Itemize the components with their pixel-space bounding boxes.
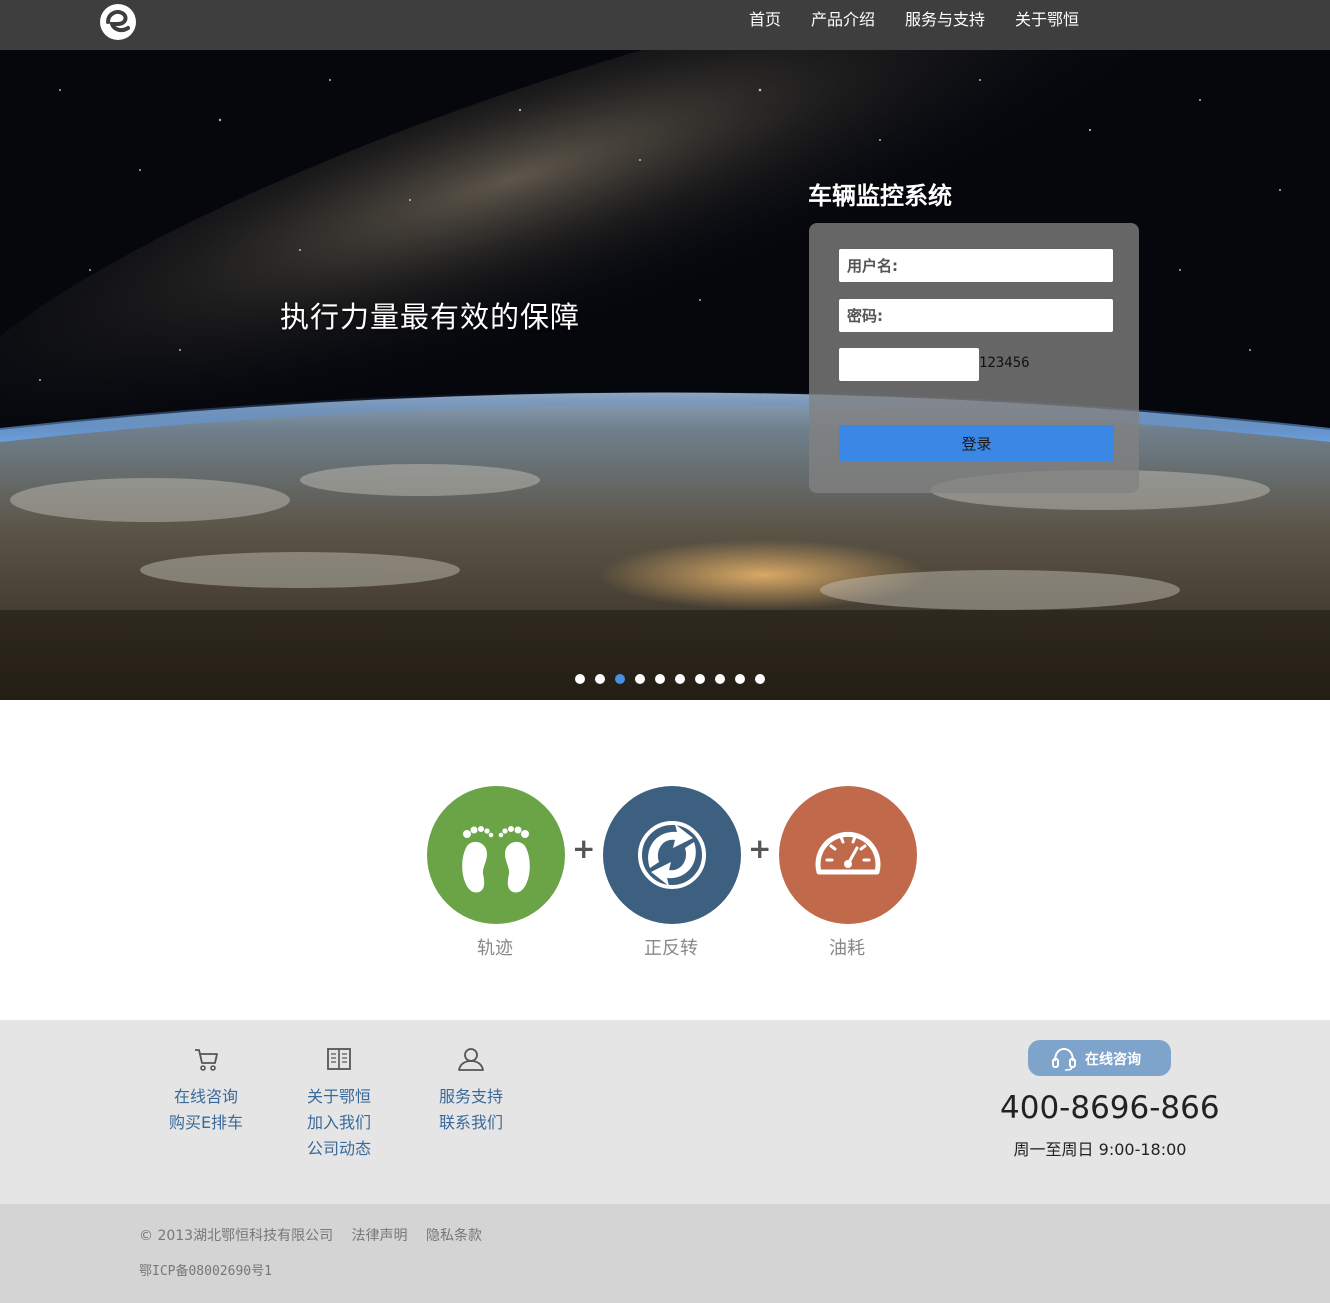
username-input[interactable]	[839, 249, 1113, 282]
headset-icon	[1052, 1047, 1076, 1071]
carousel-dot[interactable]	[715, 674, 725, 684]
carousel-dot[interactable]	[595, 674, 605, 684]
footer-link-buy[interactable]: 购买E排车	[146, 1110, 266, 1136]
login-panel: 123456 登录	[809, 223, 1139, 493]
carousel-dot[interactable]	[575, 674, 585, 684]
footer-link-support[interactable]: 服务支持	[411, 1084, 531, 1110]
nav-item-products[interactable]: 产品介绍	[796, 0, 890, 50]
carousel-dot[interactable]	[735, 674, 745, 684]
carousel-dot[interactable]	[655, 674, 665, 684]
carousel-dot[interactable]	[755, 674, 765, 684]
feature-label-rotation: 正反转	[644, 938, 698, 959]
feature-label-trajectory: 轨迹	[477, 938, 513, 959]
features-section: + + 轨迹 正反转 油耗	[0, 700, 1330, 1020]
carousel-indicators	[575, 674, 775, 684]
captcha-code[interactable]: 123456	[979, 355, 1030, 371]
footer-column-about: 关于鄂恒 加入我们 公司动态	[279, 1044, 399, 1162]
plus-separator: +	[572, 832, 596, 865]
footer-link-contact[interactable]: 联系我们	[411, 1110, 531, 1136]
nav-item-home[interactable]: 首页	[734, 0, 796, 50]
service-hours: 周一至周日 9:00-18:00	[1013, 1140, 1187, 1159]
plus-separator: +	[748, 832, 772, 865]
footer-link-about[interactable]: 关于鄂恒	[279, 1084, 399, 1110]
footer-column-support: 服务支持 联系我们	[411, 1044, 531, 1136]
user-icon	[458, 1048, 484, 1071]
hotline-number: 400-8696-866	[1000, 1090, 1220, 1126]
login-title: 车辆监控系统	[808, 182, 952, 210]
footer-link-join[interactable]: 加入我们	[279, 1110, 399, 1136]
captcha-input[interactable]	[839, 348, 979, 381]
feature-trajectory[interactable]	[427, 786, 565, 924]
hero-banner: 执行力量最有效的保障 车辆监控系统 123456 登录	[0, 50, 1330, 700]
legal-link[interactable]: 法律声明	[352, 1228, 408, 1244]
carousel-dot[interactable]	[635, 674, 645, 684]
footer-link-news[interactable]: 公司动态	[279, 1136, 399, 1162]
copyright-text: © 2013湖北鄂恒科技有限公司	[139, 1228, 334, 1244]
top-navigation-bar: 首页 产品介绍 服务与支持 关于鄂恒	[0, 0, 1330, 50]
nav-item-about[interactable]: 关于鄂恒	[1000, 0, 1094, 50]
footer-link-consult[interactable]: 在线咨询	[146, 1084, 266, 1110]
carousel-dot[interactable]	[675, 674, 685, 684]
privacy-link[interactable]: 隐私条款	[426, 1228, 482, 1244]
hero-slogan: 执行力量最有效的保障	[280, 300, 581, 334]
logo-icon[interactable]	[98, 2, 138, 42]
copyright-bar: © 2013湖北鄂恒科技有限公司 法律声明 隐私条款 鄂ICP备08002690…	[0, 1204, 1330, 1303]
footer-column-buy: 在线咨询 购买E排车	[146, 1044, 266, 1136]
online-consult-button[interactable]: 在线咨询	[1028, 1040, 1171, 1076]
icp-record: 鄂ICP备08002690号1	[139, 1264, 272, 1279]
copyright-line: © 2013湖北鄂恒科技有限公司 法律声明 隐私条款	[139, 1225, 496, 1245]
login-button[interactable]: 登录	[839, 425, 1114, 461]
password-input[interactable]	[839, 299, 1113, 332]
footprints-icon	[462, 826, 530, 893]
online-consult-label: 在线咨询	[1085, 1052, 1141, 1068]
rotation-icon	[638, 821, 706, 889]
feature-label-fuel: 油耗	[829, 938, 865, 959]
main-nav: 首页 产品介绍 服务与支持 关于鄂恒	[734, 0, 1094, 50]
feature-rotation[interactable]	[603, 786, 741, 924]
carousel-dot[interactable]	[615, 674, 625, 684]
book-icon	[327, 1048, 351, 1070]
speedometer-icon	[815, 831, 881, 875]
cart-icon	[195, 1049, 218, 1071]
footer: 在线咨询 购买E排车 关于鄂恒 加入我们 公司动态 服务支持 联系我们 在线咨询…	[0, 1020, 1330, 1204]
nav-item-services[interactable]: 服务与支持	[890, 0, 1000, 50]
carousel-dot[interactable]	[695, 674, 705, 684]
feature-fuel[interactable]	[779, 786, 917, 924]
